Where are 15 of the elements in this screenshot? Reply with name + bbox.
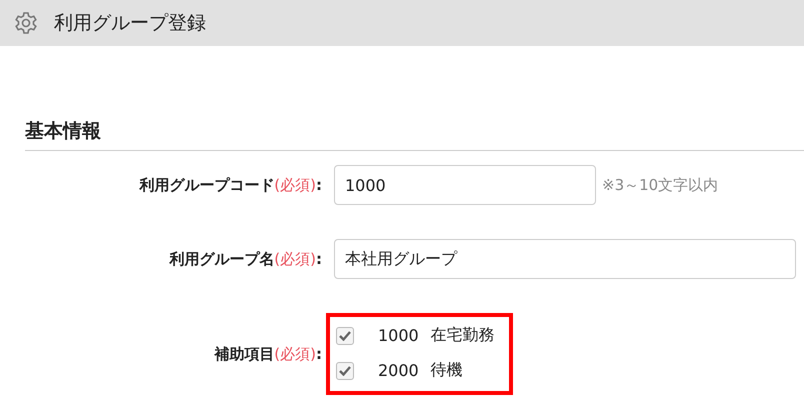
option-label: 在宅勤務 xyxy=(430,325,495,346)
option-label: 待機 xyxy=(430,360,463,381)
hint-text: ※3～10文字以内 xyxy=(602,176,718,194)
section-title: 基本情報 xyxy=(25,118,804,151)
text-field[interactable]: 1000 xyxy=(334,165,596,205)
field-label: 利用グループコード(必須): xyxy=(139,176,323,194)
checkbox[interactable] xyxy=(336,326,354,344)
checkbox[interactable] xyxy=(336,362,354,380)
field-label: 利用グループ名(必須): xyxy=(169,250,323,268)
page-title: 利用グループ登録 xyxy=(54,11,206,36)
option-code: 1000 xyxy=(378,326,419,345)
option-code: 2000 xyxy=(378,361,419,380)
field-label: 補助項目(必須): xyxy=(214,344,323,364)
text-field[interactable]: 本社用グループ xyxy=(334,239,796,279)
settings-icon xyxy=(14,11,38,35)
